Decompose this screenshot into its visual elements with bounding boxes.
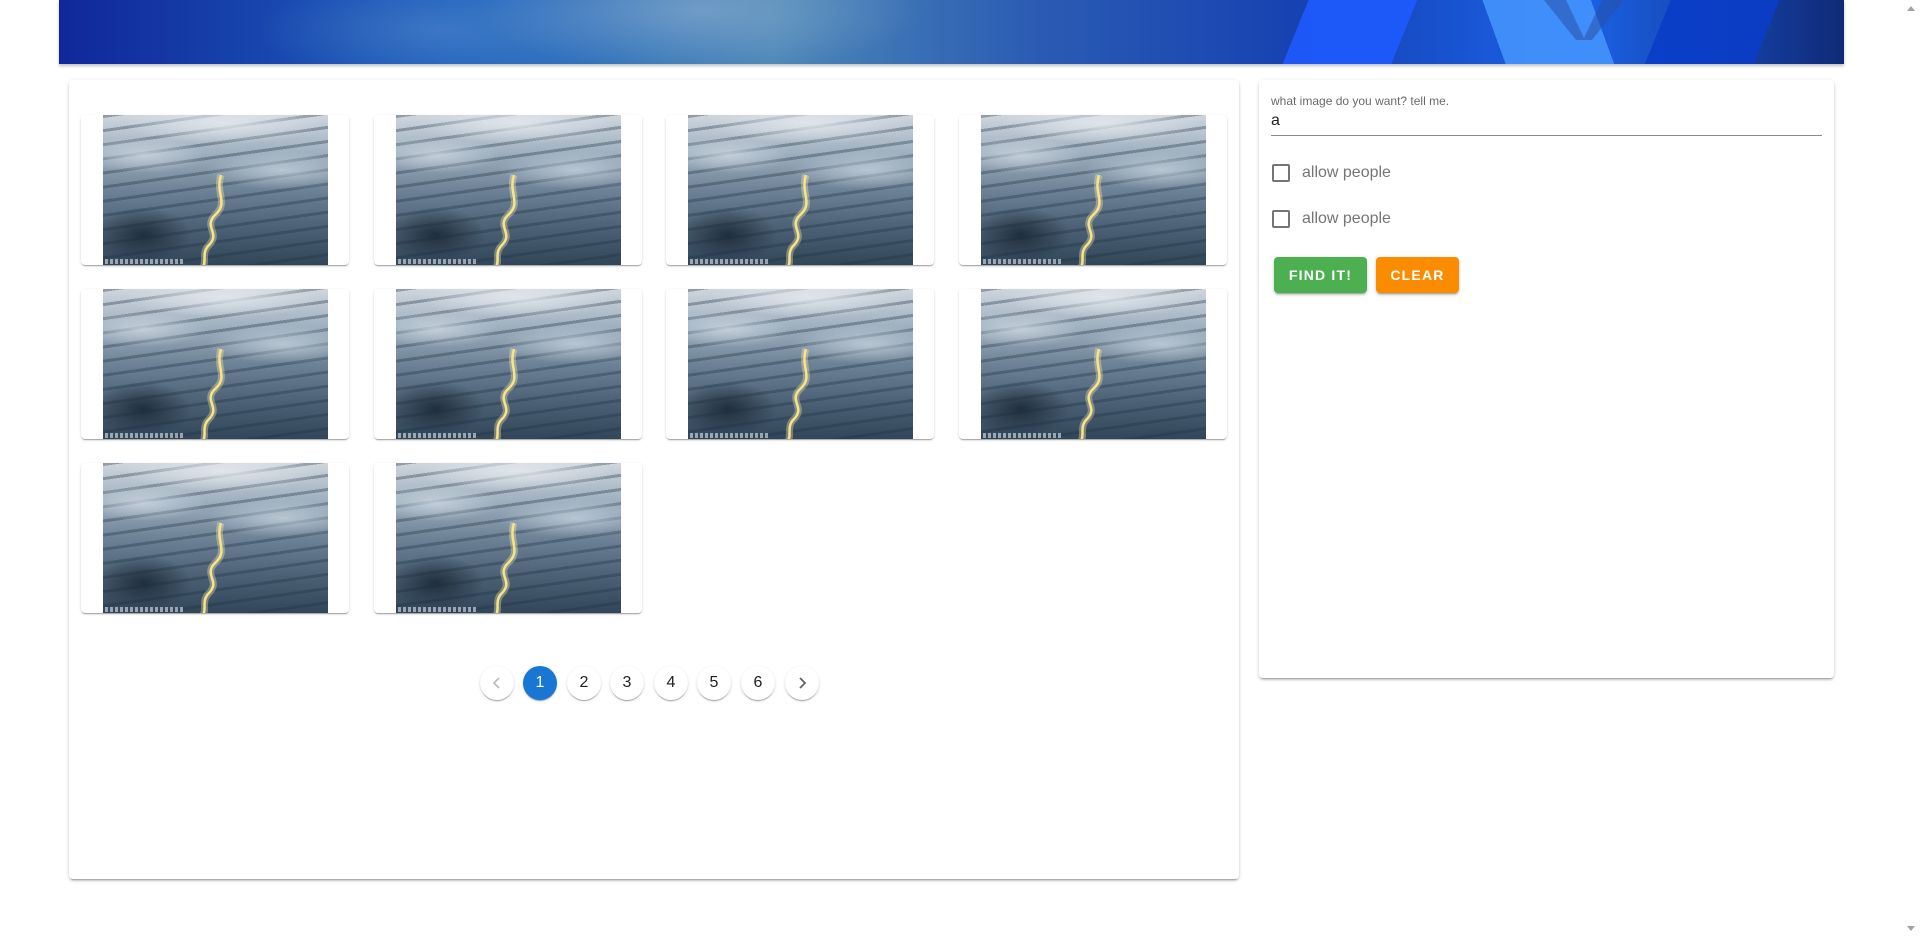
header-banner (59, 0, 1844, 64)
scroll-down-arrow-icon[interactable] (1907, 926, 1915, 931)
image-card[interactable] (959, 115, 1227, 265)
image-card[interactable] (81, 289, 349, 439)
result-image[interactable] (981, 289, 1206, 439)
image-card[interactable] (374, 289, 642, 439)
scroll-up-arrow-icon[interactable] (1907, 6, 1915, 11)
page-button-6[interactable]: 6 (741, 666, 775, 700)
result-image[interactable] (688, 289, 913, 439)
image-card[interactable] (374, 115, 642, 265)
chevron-right-icon (799, 677, 807, 689)
page-button-1[interactable]: 1 (523, 666, 557, 700)
result-image[interactable] (981, 115, 1206, 265)
result-image[interactable] (103, 115, 328, 265)
image-card[interactable] (666, 115, 934, 265)
clear-button[interactable]: Clear (1376, 257, 1459, 293)
search-field[interactable]: what image do you want? tell me. (1271, 94, 1822, 136)
allow-people-label-2: allow people (1302, 210, 1391, 227)
result-image[interactable] (103, 463, 328, 613)
page-button-5[interactable]: 5 (697, 666, 731, 700)
allow-people-checkbox-2[interactable] (1272, 210, 1290, 228)
page-button-4[interactable]: 4 (654, 666, 688, 700)
page-scrollbar[interactable] (1903, 0, 1920, 937)
image-card[interactable] (81, 115, 349, 265)
prev-page-button[interactable] (480, 666, 514, 700)
result-image[interactable] (396, 463, 621, 613)
search-input[interactable] (1271, 110, 1822, 132)
allow-people-option-2[interactable]: allow people (1272, 207, 1391, 231)
results-card: 1 2 3 4 5 6 (69, 80, 1239, 879)
image-card[interactable] (959, 289, 1227, 439)
next-page-button[interactable] (785, 666, 819, 700)
find-button[interactable]: Find it! (1274, 257, 1367, 293)
result-image[interactable] (103, 289, 328, 439)
search-card: what image do you want? tell me. allow p… (1259, 80, 1834, 678)
image-card[interactable] (666, 289, 934, 439)
result-image[interactable] (396, 289, 621, 439)
allow-people-label: allow people (1302, 164, 1391, 181)
image-card[interactable] (81, 463, 349, 613)
image-card[interactable] (374, 463, 642, 613)
allow-people-checkbox[interactable] (1272, 164, 1290, 182)
allow-people-option[interactable]: allow people (1272, 161, 1391, 185)
search-label: what image do you want? tell me. (1271, 94, 1450, 108)
logo-v-shape (1544, 0, 1624, 40)
chevron-left-icon (492, 677, 500, 689)
result-image[interactable] (396, 115, 621, 265)
result-image[interactable] (688, 115, 913, 265)
page-button-3[interactable]: 3 (610, 666, 644, 700)
page-button-2[interactable]: 2 (567, 666, 601, 700)
